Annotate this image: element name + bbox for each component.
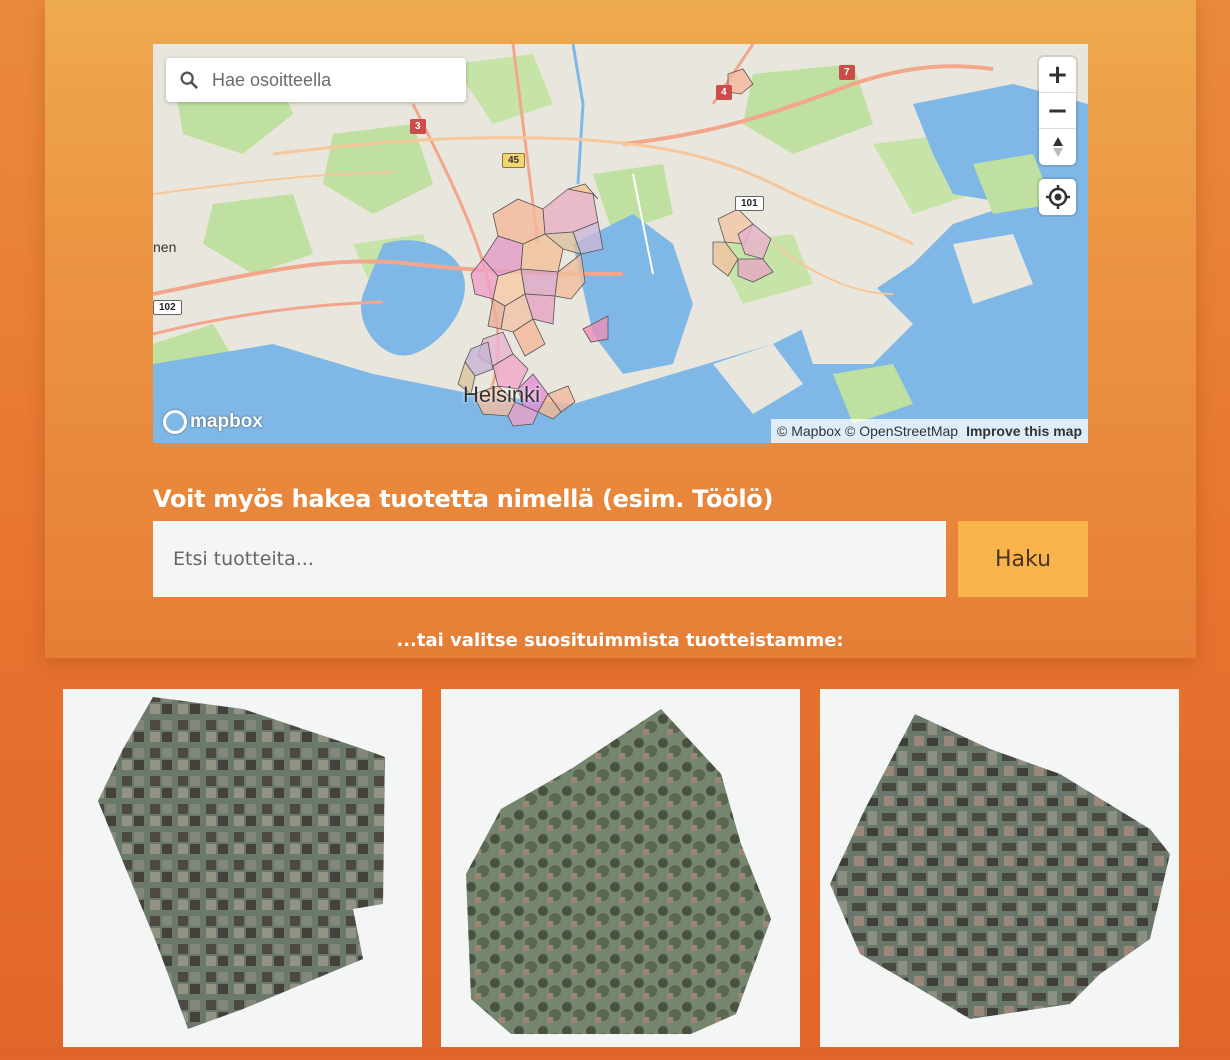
popular-products-heading: ...tai valitse suosituimmista tuotteista… bbox=[396, 630, 844, 651]
search-button[interactable]: Haku bbox=[958, 521, 1088, 597]
product-card-3[interactable] bbox=[820, 689, 1179, 1047]
road-badge-45: 45 bbox=[502, 153, 526, 168]
product-card-2[interactable] bbox=[441, 689, 800, 1047]
product-search-input[interactable] bbox=[153, 521, 946, 597]
improve-map-link[interactable]: Improve this map bbox=[966, 423, 1082, 439]
map-city-label: Helsinki bbox=[463, 382, 541, 407]
geolocate-button[interactable] bbox=[1039, 179, 1076, 215]
road-badge-102: 102 bbox=[153, 300, 182, 315]
road-badge-3: 3 bbox=[410, 119, 426, 134]
attribution-mapbox-link[interactable]: © Mapbox bbox=[777, 423, 841, 439]
address-search-box[interactable] bbox=[166, 58, 466, 102]
geolocate-icon bbox=[1045, 185, 1070, 209]
product-card-1[interactable] bbox=[63, 689, 422, 1047]
road-badge-7: 7 bbox=[839, 65, 855, 80]
product-image-1[interactable] bbox=[63, 689, 422, 1047]
search-icon bbox=[180, 71, 198, 89]
compass-button[interactable] bbox=[1039, 129, 1076, 165]
product-search-row: Haku bbox=[153, 521, 1088, 597]
map[interactable]: 3 45 4 7 101 102 nen Helsinki + − bbox=[153, 44, 1088, 443]
product-image-2[interactable] bbox=[441, 689, 800, 1047]
mapbox-logo-text: mapbox bbox=[190, 411, 263, 432]
name-search-heading: Voit myös hakea tuotetta nimellä (esim. … bbox=[153, 485, 774, 513]
compass-icon bbox=[1052, 137, 1063, 157]
zoom-controls: + − bbox=[1039, 57, 1076, 165]
map-place-label: nen bbox=[153, 239, 177, 255]
road-badge-101: 101 bbox=[735, 196, 764, 211]
attribution-osm-link[interactable]: © OpenStreetMap bbox=[845, 423, 958, 439]
map-basemap[interactable] bbox=[153, 44, 1088, 443]
mapbox-logo-icon bbox=[163, 410, 187, 434]
zoom-in-button[interactable]: + bbox=[1039, 57, 1076, 93]
product-image-3[interactable] bbox=[820, 689, 1179, 1047]
map-attribution: © Mapbox © OpenStreetMap Improve this ma… bbox=[771, 419, 1088, 443]
road-badge-4: 4 bbox=[716, 85, 732, 100]
zoom-out-button[interactable]: − bbox=[1039, 93, 1076, 129]
address-search-input[interactable] bbox=[212, 69, 452, 91]
mapbox-logo[interactable]: mapbox bbox=[163, 410, 263, 434]
